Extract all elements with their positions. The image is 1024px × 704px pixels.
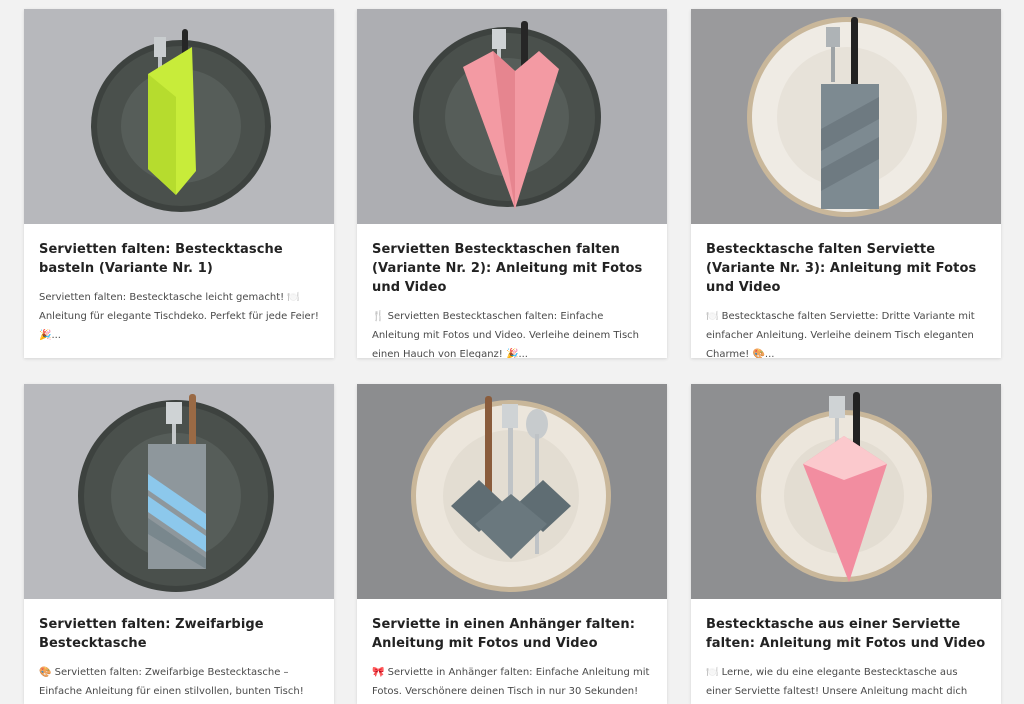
article-thumbnail[interactable] [24, 384, 334, 599]
article-card[interactable]: Servietten falten: Bestecktasche basteln… [24, 9, 334, 358]
article-excerpt: 🎨 Servietten falten: Zweifarbige Besteck… [39, 667, 304, 697]
article-card[interactable]: Servietten Bestecktaschen falten (Varian… [357, 9, 667, 358]
article-card[interactable]: Serviette in einen Anhänger falten: Anle… [357, 384, 667, 704]
article-title[interactable]: Servietten falten: Bestecktasche basteln… [39, 240, 319, 278]
article-title[interactable]: Servietten Bestecktaschen falten (Varian… [372, 240, 652, 297]
article-thumbnail[interactable] [24, 9, 334, 224]
article-card[interactable]: Bestecktasche aus einer Serviette falten… [691, 384, 1001, 704]
article-card[interactable]: Bestecktasche falten Serviette (Variante… [691, 9, 1001, 358]
article-thumbnail[interactable] [691, 384, 1001, 599]
article-title[interactable]: Bestecktasche falten Serviette (Variante… [706, 240, 986, 297]
article-excerpt: 🎀 Serviette in Anhänger falten: Einfache… [372, 667, 650, 697]
article-excerpt: 🍽️ Bestecktasche falten Serviette: Dritt… [706, 311, 975, 358]
article-excerpt: Servietten falten: Bestecktasche leicht … [39, 292, 319, 341]
article-title[interactable]: Servietten falten: Zweifarbige Besteckta… [39, 615, 319, 653]
article-title[interactable]: Bestecktasche aus einer Serviette falten… [706, 615, 986, 653]
article-excerpt: 🍽️ Lerne, wie du eine elegante Besteckta… [706, 667, 968, 697]
article-card[interactable]: Servietten falten: Zweifarbige Besteckta… [24, 384, 334, 704]
article-thumbnail[interactable] [357, 384, 667, 599]
article-excerpt: 🍴 Servietten Bestecktaschen falten: Einf… [372, 311, 639, 358]
article-thumbnail[interactable] [357, 9, 667, 224]
article-thumbnail[interactable] [691, 9, 1001, 224]
article-title[interactable]: Serviette in einen Anhänger falten: Anle… [372, 615, 652, 653]
